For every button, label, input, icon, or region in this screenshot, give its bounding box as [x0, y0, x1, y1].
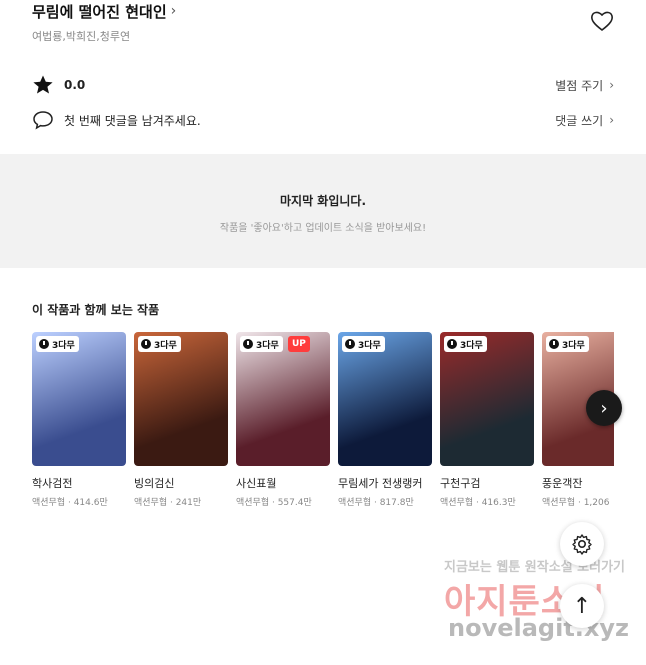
- clock-icon: [39, 339, 49, 349]
- cover-image: 3다무 UP: [236, 332, 330, 466]
- recommendations-title: 이 작품과 함께 보는 작품: [32, 303, 160, 317]
- cover-image: 3다무: [440, 332, 534, 466]
- chevron-right-icon: ›: [609, 78, 614, 92]
- recommendations-list: 3다무 학사검전 액션무협 · 414.6만 3다무 빙의검신 액션무협 · 241만 3다…: [32, 332, 614, 542]
- recommendation-meta: 액션무협 · 414.6만: [32, 498, 108, 508]
- work-title-link[interactable]: 무림에 떨어진 현대인 ›: [32, 0, 176, 22]
- like-button[interactable]: [590, 10, 614, 32]
- cover-image: 3다무: [32, 332, 126, 466]
- work-authors: 여법룡,박희진,청루연: [32, 30, 131, 43]
- last-episode-subtitle: 작품을 '좋아요'하고 업데이트 소식을 받아보세요!: [219, 223, 427, 234]
- write-comment-label: 댓글 쓰기: [555, 113, 604, 128]
- recommendation-title: 학사검전: [32, 477, 73, 490]
- gear-icon: [572, 534, 592, 555]
- rate-button[interactable]: 별점 주기 ›: [555, 77, 614, 94]
- chevron-right-icon: ›: [170, 3, 177, 19]
- recommendation-meta: 액션무협 · 1,206: [542, 498, 610, 508]
- recommendation-meta: 액션무협 · 557.4만: [236, 498, 312, 508]
- cover-image: 3다무: [134, 332, 228, 466]
- recommendation-meta: 액션무협 · 817.8만: [338, 498, 414, 508]
- rate-button-label: 별점 주기: [555, 78, 604, 93]
- clock-icon: [141, 339, 151, 349]
- recommendation-meta: 액션무협 · 241만: [134, 498, 202, 508]
- work-title: 무림에 떨어진 현대인: [32, 2, 167, 21]
- wait-free-badge: 3다무: [138, 336, 181, 352]
- recommendation-title: 구천구검: [440, 477, 481, 490]
- last-episode-notice: 마지막 화입니다. 작품을 '좋아요'하고 업데이트 소식을 받아보세요!: [0, 162, 646, 260]
- comment-row: 첫 번째 댓글을 남겨주세요. 댓글 쓰기 ›: [32, 108, 614, 132]
- carousel-next-button[interactable]: ›: [586, 390, 622, 426]
- recommendation-item[interactable]: 3다무빙의검신액션무협 · 241만: [134, 332, 228, 508]
- wait-free-label: 3다무: [52, 340, 75, 351]
- rating-row: 0.0 별점 주기 ›: [32, 73, 614, 97]
- arrow-up-icon: ↑: [572, 593, 592, 619]
- wait-free-label: 3다무: [256, 340, 279, 351]
- clock-icon: [243, 339, 253, 349]
- rating-value: 0.0: [64, 78, 86, 92]
- wait-free-badge: 3다무: [444, 336, 487, 352]
- settings-button[interactable]: [560, 522, 604, 566]
- wait-free-label: 3다무: [154, 340, 177, 351]
- write-comment-button[interactable]: 댓글 쓰기 ›: [555, 112, 614, 129]
- comment-prompt: 첫 번째 댓글을 남겨주세요.: [64, 113, 201, 128]
- wait-free-label: 3다무: [460, 340, 483, 351]
- clock-icon: [345, 339, 355, 349]
- speech-bubble-icon: [32, 109, 54, 131]
- wait-free-badge: 3다무: [36, 336, 79, 352]
- last-episode-title: 마지막 화입니다.: [279, 194, 367, 208]
- clock-icon: [549, 339, 559, 349]
- recommendation-item[interactable]: 3다무 UP 사신표월액션무협 · 557.4만: [236, 332, 330, 508]
- recommendation-title: 풍운객잔: [542, 477, 583, 490]
- recommendation-meta: 액션무협 · 416.3만: [440, 498, 516, 508]
- wait-free-badge: 3다무: [546, 336, 589, 352]
- heart-icon: [591, 11, 613, 32]
- chevron-right-icon: ›: [609, 113, 614, 127]
- wait-free-badge: 3다무: [240, 336, 283, 352]
- wait-free-badge: 3다무: [342, 336, 385, 352]
- wait-free-label: 3다무: [562, 340, 585, 351]
- recommendation-item[interactable]: 3다무학사검전액션무협 · 414.6만: [32, 332, 126, 508]
- scroll-top-button[interactable]: ↑: [560, 584, 604, 628]
- clock-icon: [447, 339, 457, 349]
- recommendation-title: 빙의검신: [134, 477, 175, 490]
- wait-free-label: 3다무: [358, 340, 381, 351]
- chevron-right-icon: ›: [600, 397, 608, 419]
- star-icon: [32, 74, 54, 96]
- cover-image: 3다무: [338, 332, 432, 466]
- recommendation-title: 무림세가 전생랭커: [338, 477, 423, 490]
- page-footer-area: [0, 549, 646, 665]
- work-header: 무림에 떨어진 현대인 › 여법룡,박희진,청루연 0.0 별점 주기 › 첫 …: [0, 0, 646, 154]
- recommendation-title: 사신표월: [236, 477, 277, 490]
- recommendation-item[interactable]: 3다무무림세가 전생랭커액션무협 · 817.8만: [338, 332, 432, 508]
- update-badge: UP: [288, 336, 310, 352]
- recommendations-section: 이 작품과 함께 보는 작품 3다무 학사검전 액션무협 · 414.6만 3다무 빙의…: [0, 268, 646, 549]
- recommendation-item[interactable]: 3다무구천구검액션무협 · 416.3만: [440, 332, 534, 508]
